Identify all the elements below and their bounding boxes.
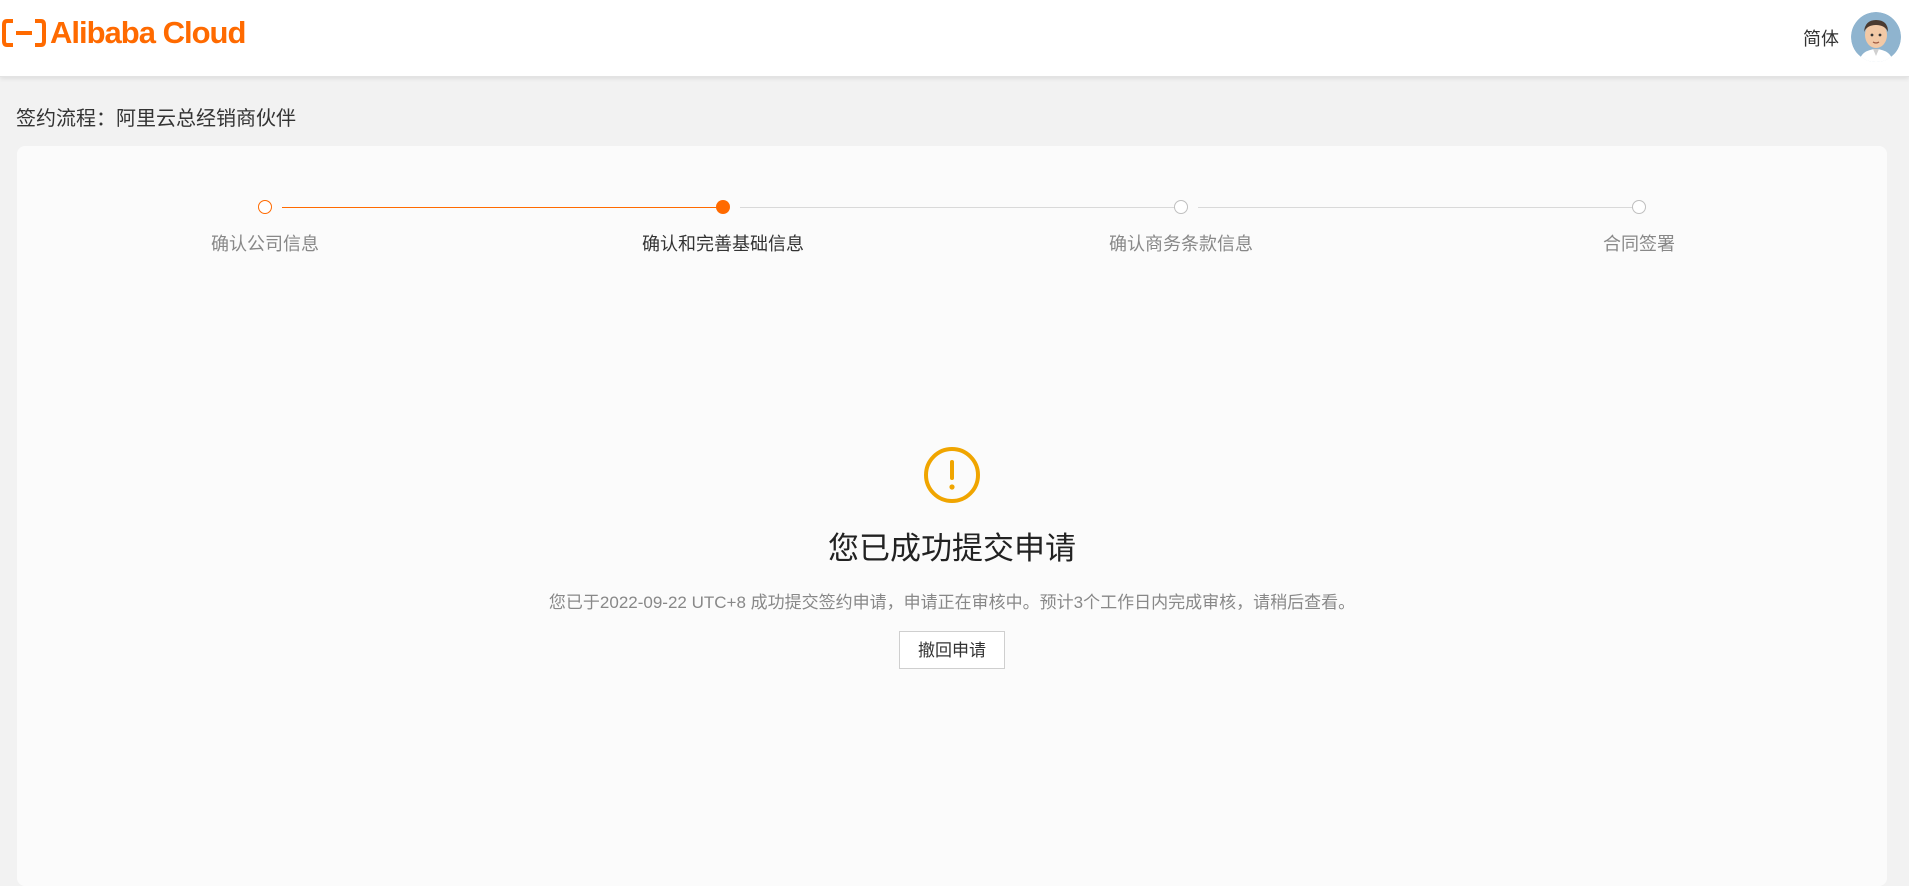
- result-description: 您已于2022-09-22 UTC+8 成功提交签约申请，申请正在审核中。预计3…: [548, 593, 1356, 612]
- step-connector-3: [1198, 207, 1638, 208]
- logo-text: Alibaba Cloud: [50, 15, 246, 50]
- withdraw-application-button[interactable]: 撤回申请: [899, 631, 1005, 669]
- top-navigation-bar: Alibaba Cloud 简体: [0, 0, 1909, 77]
- progress-steps: 确认公司信息 确认和完善基础信息 确认商务条款信息 合同签署: [17, 146, 1887, 266]
- exclamation-circle-icon: [924, 447, 980, 503]
- step-connector-1: [282, 207, 722, 208]
- step-1-label: 确认公司信息: [211, 234, 319, 254]
- avatar-icon: [1851, 12, 1901, 62]
- result-title: 您已成功提交申请: [828, 531, 1076, 566]
- alibaba-cloud-logo[interactable]: Alibaba Cloud: [2, 15, 246, 50]
- step-2-label: 确认和完善基础信息: [642, 234, 804, 254]
- user-avatar[interactable]: [1851, 12, 1901, 62]
- step-4-indicator: [1632, 200, 1646, 214]
- page-breadcrumb: 签约流程：阿里云总经销商伙伴: [16, 108, 296, 130]
- step-4-label: 合同签署: [1603, 234, 1675, 254]
- alibaba-logo-mark-icon: [2, 19, 46, 47]
- step-2-indicator: [716, 200, 730, 214]
- language-switcher[interactable]: 简体: [1803, 25, 1839, 51]
- submission-result: 您已成功提交申请 您已于2022-09-22 UTC+8 成功提交签约申请，申请…: [17, 446, 1887, 669]
- step-3-label: 确认商务条款信息: [1109, 234, 1253, 254]
- step-connector-2: [740, 207, 1180, 208]
- step-3-indicator: [1174, 200, 1188, 214]
- signing-process-card: 确认公司信息 确认和完善基础信息 确认商务条款信息 合同签署 您已成功提交申请 …: [17, 146, 1887, 886]
- step-1-indicator: [258, 200, 272, 214]
